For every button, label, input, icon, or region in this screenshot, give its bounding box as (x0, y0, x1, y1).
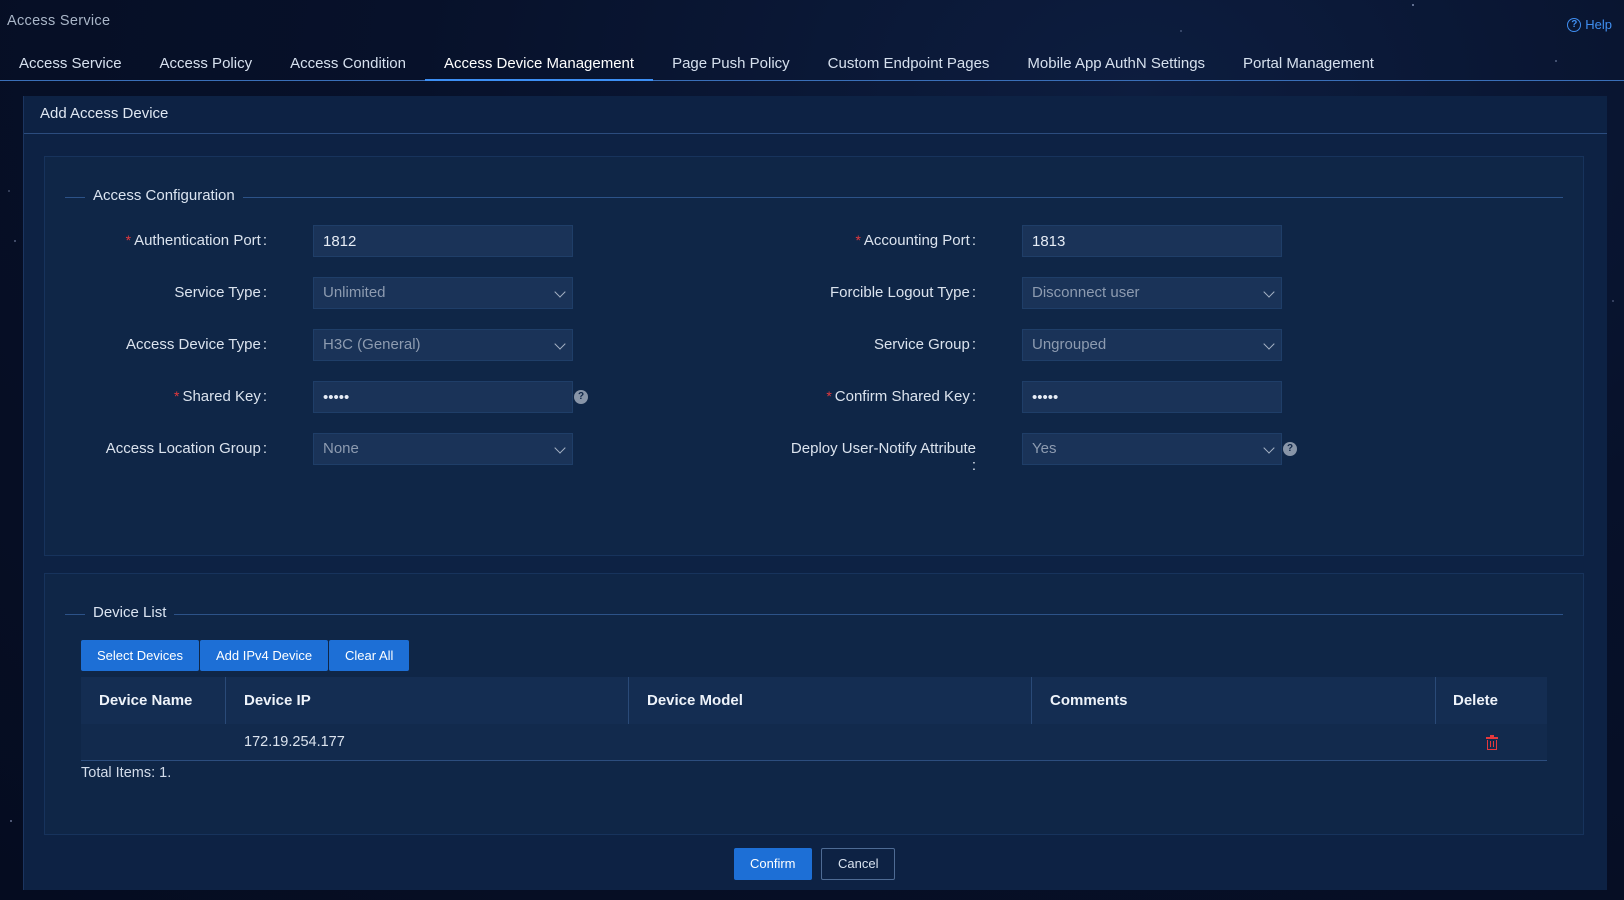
device-list-panel: Device List Select Devices Add IPv4 Devi… (44, 573, 1584, 835)
page-title: Add Access Device (24, 96, 1607, 134)
acct-port-label: * Accounting Port: (855, 232, 976, 249)
auth-port-label: * Authentication Port: (125, 232, 267, 249)
table-header: Device Name Device IP Device Model Comme… (81, 677, 1547, 724)
logout-type-label: Forcible Logout Type: (830, 284, 976, 301)
chevron-down-icon (1263, 442, 1275, 454)
help-link[interactable]: ? Help (1567, 17, 1612, 32)
app-title: Access Service (7, 13, 111, 29)
info-icon[interactable]: ? (1283, 442, 1297, 456)
delete-cell (1436, 724, 1547, 761)
total-items: Total Items: 1. (81, 765, 172, 781)
required-mark: * (826, 388, 832, 404)
acct-port-input[interactable] (1022, 225, 1282, 257)
help-icon: ? (1567, 17, 1582, 32)
tab-access-condition[interactable]: Access Condition (271, 48, 425, 81)
tab-access-service[interactable]: Access Service (0, 48, 141, 81)
confirm-key-label: * Confirm Shared Key: (826, 388, 976, 405)
notify-attr-label: Deploy User-Notify Attribute: (790, 440, 976, 474)
select-devices-button[interactable]: Select Devices (81, 640, 199, 671)
device-list-legend: Device List (65, 604, 1563, 621)
chevron-down-icon (554, 442, 566, 454)
location-group-select[interactable]: None (313, 433, 573, 465)
column-header-delete: Delete (1453, 692, 1499, 709)
access-configuration-legend: Access Configuration (65, 187, 1563, 204)
shared-key-label: * Shared Key: (173, 388, 267, 405)
tab-custom-endpoint-pages[interactable]: Custom Endpoint Pages (809, 48, 1009, 81)
device-ip-cell: 172.19.254.177 (244, 734, 345, 750)
service-group-select[interactable]: Ungrouped (1022, 329, 1282, 361)
column-header-device-ip[interactable]: Device IP (226, 677, 629, 724)
trash-icon[interactable] (1485, 735, 1498, 750)
column-header-device-model[interactable]: Device Model (629, 677, 1032, 724)
tab-access-device-management[interactable]: Access Device Management (424, 48, 654, 81)
device-model-cell (629, 724, 1032, 761)
tab-portal-management[interactable]: Portal Management (1224, 48, 1393, 81)
tab-page-push-policy[interactable]: Page Push Policy (653, 48, 809, 81)
chevron-down-icon (554, 338, 566, 350)
add-ipv4-device-button[interactable]: Add IPv4 Device (200, 640, 329, 671)
confirm-button[interactable]: Confirm (734, 848, 812, 880)
device-name-cell (81, 724, 226, 761)
service-type-select[interactable]: Unlimited (313, 277, 573, 309)
location-group-label: Access Location Group: (105, 440, 267, 457)
tab-access-policy[interactable]: Access Policy (141, 48, 272, 81)
cancel-button[interactable]: Cancel (821, 848, 896, 880)
notify-attr-select[interactable]: Yes (1022, 433, 1282, 465)
tab-mobile-app-authn-settings[interactable]: Mobile App AuthN Settings (1008, 48, 1224, 81)
chevron-down-icon (1263, 338, 1275, 350)
help-label: Help (1585, 17, 1612, 32)
column-header-device-name[interactable]: Device Name (81, 677, 226, 724)
logout-type-select[interactable]: Disconnect user (1022, 277, 1282, 309)
column-header-comments[interactable]: Comments (1032, 677, 1436, 724)
required-mark: * (855, 232, 861, 248)
comments-cell (1032, 724, 1436, 761)
auth-port-input[interactable] (313, 225, 573, 257)
chevron-down-icon (554, 286, 566, 298)
chevron-down-icon (1263, 286, 1275, 298)
device-type-label: Access Device Type: (126, 336, 267, 353)
device-table: Device Name Device IP Device Model Comme… (81, 677, 1547, 761)
service-type-label: Service Type: (174, 284, 267, 301)
tab-bar: Access Service Access Policy Access Cond… (0, 48, 1624, 81)
table-row: 172.19.254.177 (81, 724, 1547, 761)
service-group-label: Service Group: (873, 336, 976, 353)
clear-all-button[interactable]: Clear All (329, 640, 410, 671)
confirm-key-input[interactable] (1022, 381, 1282, 413)
required-mark: * (173, 388, 180, 404)
device-type-select[interactable]: H3C (General) (313, 329, 573, 361)
required-mark: * (125, 232, 132, 248)
main-content: Add Access Device Access Configuration *… (23, 96, 1607, 890)
shared-key-input[interactable] (313, 381, 573, 413)
info-icon[interactable]: ? (574, 390, 588, 404)
access-configuration-panel: Access Configuration * Authentication Por… (44, 156, 1584, 556)
